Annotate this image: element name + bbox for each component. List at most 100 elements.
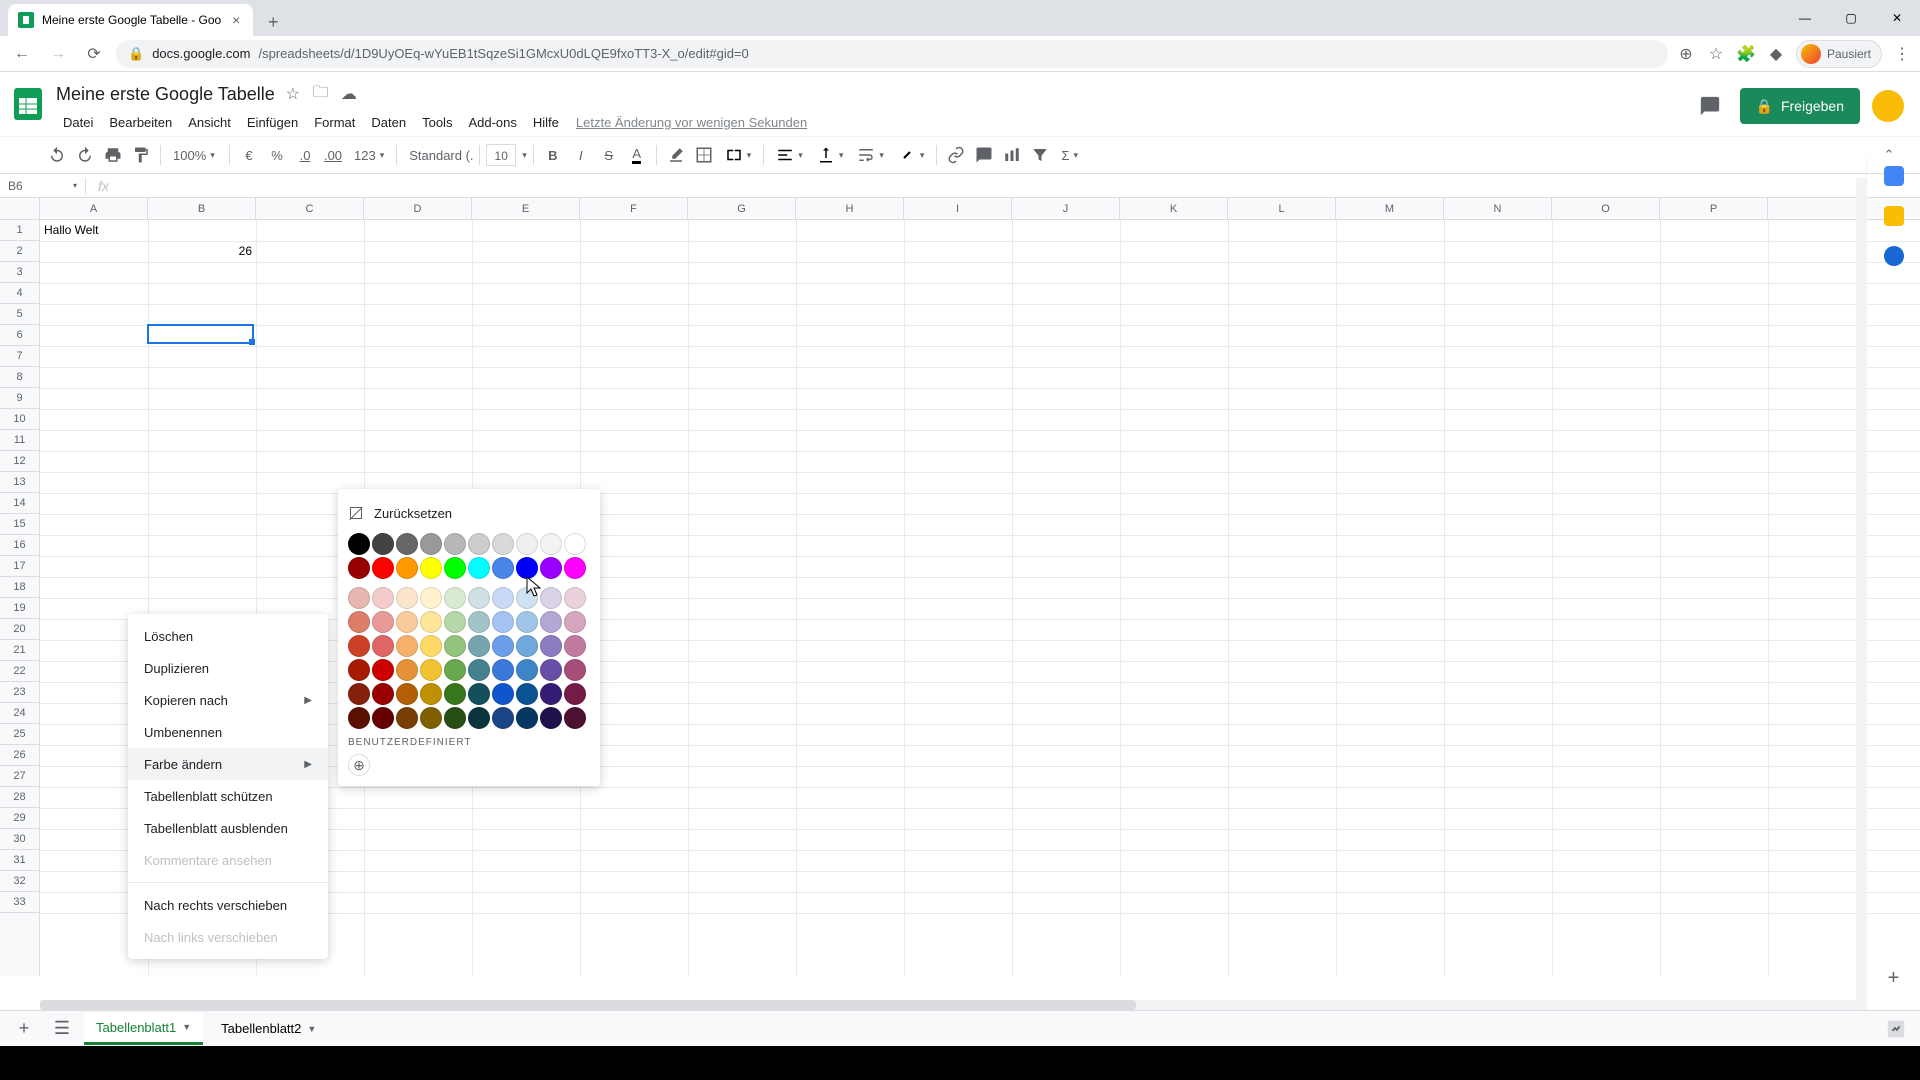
url-field[interactable]: 🔒 docs.google.com/spreadsheets/d/1D9UyOE… bbox=[116, 40, 1668, 68]
row-header-16[interactable]: 16 bbox=[0, 535, 39, 556]
col-header-O[interactable]: O bbox=[1552, 198, 1660, 219]
window-minimize-icon[interactable]: — bbox=[1782, 0, 1828, 36]
move-folder-icon[interactable]: 🗀 bbox=[311, 84, 331, 104]
sheet-tab-1[interactable]: Tabellenblatt1 ▼ bbox=[84, 1013, 203, 1045]
window-maximize-icon[interactable]: ▢ bbox=[1828, 0, 1874, 36]
ctx-löschen[interactable]: Löschen bbox=[128, 620, 328, 652]
color-swatch[interactable] bbox=[396, 557, 418, 579]
profile-chip[interactable]: Pausiert bbox=[1796, 40, 1882, 68]
ctx-duplizieren[interactable]: Duplizieren bbox=[128, 652, 328, 684]
account-avatar[interactable] bbox=[1872, 90, 1904, 122]
color-swatch[interactable] bbox=[420, 533, 442, 555]
wrap-icon[interactable] bbox=[851, 142, 890, 168]
color-swatch[interactable] bbox=[516, 611, 538, 633]
row-header-17[interactable]: 17 bbox=[0, 556, 39, 577]
color-swatch[interactable] bbox=[348, 587, 370, 609]
ctx-tabellenblatt-schützen[interactable]: Tabellenblatt schützen bbox=[128, 780, 328, 812]
row-header-32[interactable]: 32 bbox=[0, 871, 39, 892]
row-header-14[interactable]: 14 bbox=[0, 493, 39, 514]
color-swatch[interactable] bbox=[372, 683, 394, 705]
window-close-icon[interactable]: ✕ bbox=[1874, 0, 1920, 36]
color-swatch[interactable] bbox=[468, 533, 490, 555]
merge-cells-icon[interactable] bbox=[719, 142, 758, 168]
row-header-4[interactable]: 4 bbox=[0, 283, 39, 304]
menu-hilfe[interactable]: Hilfe bbox=[526, 111, 566, 134]
bold-icon[interactable]: B bbox=[540, 142, 566, 168]
ctx-farbe-ändern[interactable]: Farbe ändern▶ bbox=[128, 748, 328, 780]
cloud-status-icon[interactable]: ☁ bbox=[339, 84, 359, 104]
paint-format-icon[interactable] bbox=[128, 142, 154, 168]
color-swatch[interactable] bbox=[396, 587, 418, 609]
row-header-31[interactable]: 31 bbox=[0, 850, 39, 871]
color-swatch[interactable] bbox=[540, 683, 562, 705]
color-swatch[interactable] bbox=[420, 659, 442, 681]
menu-ansicht[interactable]: Ansicht bbox=[181, 111, 238, 134]
explore-button[interactable] bbox=[1880, 1013, 1912, 1045]
row-header-15[interactable]: 15 bbox=[0, 514, 39, 535]
color-swatch[interactable] bbox=[372, 707, 394, 729]
font-size-input[interactable]: 10 bbox=[486, 144, 516, 166]
currency-button[interactable]: € bbox=[236, 142, 262, 168]
menu-datei[interactable]: Datei bbox=[56, 111, 100, 134]
browser-tab-active[interactable]: Meine erste Google Tabelle - Goo × bbox=[8, 4, 253, 36]
undo-icon[interactable] bbox=[44, 142, 70, 168]
color-swatch[interactable] bbox=[444, 533, 466, 555]
color-swatch[interactable] bbox=[468, 683, 490, 705]
color-swatch[interactable] bbox=[564, 587, 586, 609]
color-swatch[interactable] bbox=[564, 683, 586, 705]
nav-reload-icon[interactable]: ⟳ bbox=[80, 40, 108, 68]
add-addon-icon[interactable]: + bbox=[1888, 967, 1900, 990]
color-swatch[interactable] bbox=[348, 557, 370, 579]
row-header-28[interactable]: 28 bbox=[0, 787, 39, 808]
link-icon[interactable] bbox=[943, 142, 969, 168]
sheet-tab-2[interactable]: Tabellenblatt2 ▼ bbox=[209, 1013, 328, 1045]
col-header-N[interactable]: N bbox=[1444, 198, 1552, 219]
color-swatch[interactable] bbox=[420, 587, 442, 609]
color-swatch[interactable] bbox=[372, 611, 394, 633]
color-swatch[interactable] bbox=[564, 635, 586, 657]
color-swatch[interactable] bbox=[468, 635, 490, 657]
color-swatch[interactable] bbox=[420, 683, 442, 705]
cell-A1[interactable]: Hallo Welt bbox=[40, 220, 148, 241]
color-swatch[interactable] bbox=[444, 557, 466, 579]
doc-title[interactable]: Meine erste Google Tabelle bbox=[56, 84, 275, 105]
color-swatch[interactable] bbox=[492, 611, 514, 633]
color-swatch[interactable] bbox=[396, 659, 418, 681]
color-swatch[interactable] bbox=[516, 635, 538, 657]
color-swatch[interactable] bbox=[540, 557, 562, 579]
menu-tools[interactable]: Tools bbox=[415, 111, 459, 134]
row-header-3[interactable]: 3 bbox=[0, 262, 39, 283]
menu-daten[interactable]: Daten bbox=[364, 111, 413, 134]
row-header-11[interactable]: 11 bbox=[0, 430, 39, 451]
sheet-tab-menu-icon[interactable]: ▼ bbox=[182, 1022, 191, 1032]
color-swatch[interactable] bbox=[516, 659, 538, 681]
color-swatch[interactable] bbox=[492, 659, 514, 681]
col-header-F[interactable]: F bbox=[580, 198, 688, 219]
color-swatch[interactable] bbox=[516, 557, 538, 579]
color-swatch[interactable] bbox=[540, 533, 562, 555]
color-swatch[interactable] bbox=[468, 659, 490, 681]
sheet-tab-menu-icon[interactable]: ▼ bbox=[307, 1024, 316, 1034]
color-swatch[interactable] bbox=[540, 587, 562, 609]
color-swatch[interactable] bbox=[540, 659, 562, 681]
row-header-22[interactable]: 22 bbox=[0, 661, 39, 682]
new-tab-button[interactable]: + bbox=[259, 8, 287, 36]
col-header-C[interactable]: C bbox=[256, 198, 364, 219]
col-header-M[interactable]: M bbox=[1336, 198, 1444, 219]
chart-icon[interactable] bbox=[999, 142, 1025, 168]
valign-icon[interactable] bbox=[811, 142, 850, 168]
star-icon[interactable]: ☆ bbox=[283, 84, 303, 104]
color-swatch[interactable] bbox=[372, 635, 394, 657]
functions-icon[interactable]: Σ bbox=[1055, 142, 1084, 168]
increase-decimal-button[interactable]: .00 bbox=[320, 142, 346, 168]
color-swatch[interactable] bbox=[396, 533, 418, 555]
color-swatch[interactable] bbox=[564, 707, 586, 729]
color-swatch[interactable] bbox=[564, 557, 586, 579]
color-swatch[interactable] bbox=[348, 683, 370, 705]
rotate-icon[interactable] bbox=[892, 142, 931, 168]
selection-handle[interactable] bbox=[249, 339, 255, 345]
number-format-dropdown[interactable]: 123 bbox=[348, 142, 390, 168]
col-header-G[interactable]: G bbox=[688, 198, 796, 219]
redo-icon[interactable] bbox=[72, 142, 98, 168]
color-swatch[interactable] bbox=[516, 683, 538, 705]
